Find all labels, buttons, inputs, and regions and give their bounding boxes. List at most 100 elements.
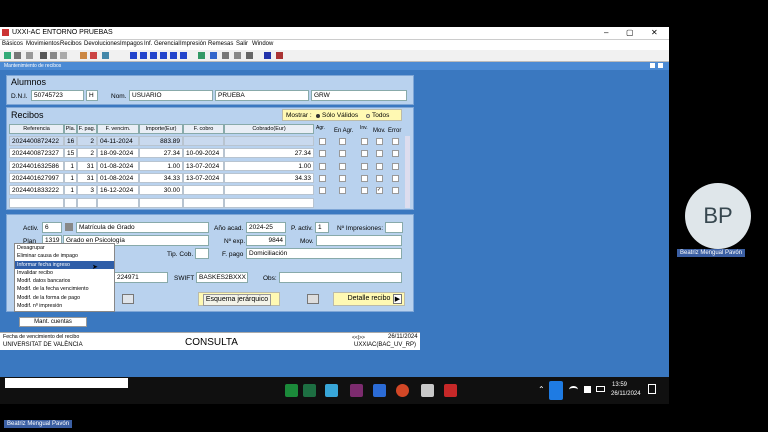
row-checkbox[interactable] — [392, 187, 399, 195]
row-checkbox[interactable] — [319, 162, 326, 170]
cut-icon[interactable] — [40, 52, 47, 59]
menu-impresion[interactable]: Impresión — [180, 41, 206, 47]
table-scrollbar[interactable] — [405, 136, 410, 208]
mov-field[interactable] — [316, 235, 402, 246]
table-cell-fpag[interactable]: 2 — [77, 148, 97, 159]
table-cell-imp[interactable]: 27.34 — [139, 148, 183, 159]
notifications-icon[interactable] — [648, 384, 656, 394]
table-cell-pla[interactable]: 16 — [64, 136, 77, 146]
menu-item-modif-bancarios[interactable]: Modif. datos bancarios — [15, 277, 114, 285]
table-cell-cobrado[interactable]: 34.33 — [224, 172, 314, 183]
fpago-field[interactable]: Domiciliación — [246, 248, 402, 259]
minimize-button[interactable]: – — [604, 28, 608, 37]
row-checkbox[interactable] — [376, 138, 383, 145]
help-icon[interactable] — [210, 52, 217, 59]
activ-field[interactable]: 6 — [42, 222, 62, 233]
row-checkbox[interactable] — [319, 150, 326, 158]
query-icon[interactable] — [80, 52, 87, 59]
cancel-query-icon[interactable] — [90, 52, 97, 59]
table-cell-venc[interactable]: 01-08-2024 — [97, 160, 139, 171]
table-cell-empty[interactable] — [77, 198, 97, 208]
solo-validos-radio[interactable] — [316, 114, 320, 118]
last-record-icon[interactable] — [180, 52, 187, 59]
apellido1-field[interactable]: PRUEBA — [215, 90, 309, 101]
save-icon[interactable] — [4, 52, 11, 59]
maximize-button[interactable]: ▢ — [626, 28, 634, 37]
menu-item-desagrupar[interactable]: Desagrupar — [15, 244, 114, 252]
row-checkbox[interactable] — [339, 138, 346, 145]
menu-item-modif-vencimiento[interactable]: Modif. de la fecha vencimiento — [15, 285, 114, 293]
menu-inf-gerencial[interactable]: Inf. Gerencial — [144, 41, 180, 47]
dni-field[interactable]: 50745723 — [31, 90, 84, 101]
table-cell-empty[interactable] — [9, 198, 64, 208]
table-cell-pla[interactable]: 1 — [64, 172, 77, 183]
onenote-icon[interactable] — [350, 384, 363, 397]
first-record-icon[interactable] — [130, 52, 137, 59]
row-checkbox[interactable] — [361, 162, 368, 170]
table-cell-empty[interactable] — [183, 198, 224, 208]
word-icon[interactable] — [373, 384, 386, 397]
row-checkbox[interactable] — [392, 174, 399, 182]
dni-letter-field[interactable]: H — [86, 90, 98, 101]
list-icon[interactable] — [234, 52, 241, 59]
table-cell-empty[interactable] — [224, 198, 314, 208]
next-block-icon[interactable] — [170, 52, 177, 59]
settings-icon[interactable] — [222, 52, 229, 59]
table-cell-fpag[interactable]: 31 — [77, 172, 97, 183]
menu-item-invalidar[interactable]: Invalidar recibo — [15, 269, 114, 277]
row-checkbox[interactable] — [392, 150, 399, 158]
status-nav-arrows[interactable]: <<|>> — [352, 335, 365, 341]
menu-impagos[interactable]: Impagos — [120, 41, 143, 47]
table-cell-empty[interactable] — [139, 198, 183, 208]
close-form-icon[interactable] — [276, 52, 283, 59]
table-cell-venc[interactable]: 01-08-2024 — [97, 172, 139, 183]
menu-devoluciones[interactable]: Devoluciones — [84, 41, 120, 47]
next-record-icon[interactable] — [160, 52, 167, 59]
todos-radio[interactable] — [366, 114, 370, 118]
table-cell-imp[interactable]: 883.89 — [139, 136, 183, 146]
play-icon[interactable]: ▶ — [393, 294, 402, 304]
pdf-icon[interactable] — [444, 384, 457, 397]
battery-icon[interactable] — [596, 386, 605, 392]
powerpoint-icon[interactable] — [396, 384, 409, 397]
edit-icon[interactable] — [198, 52, 205, 59]
row-checkbox[interactable] — [339, 174, 346, 182]
row-checkbox[interactable] — [361, 138, 368, 145]
exit-icon[interactable] — [14, 52, 21, 59]
taskbar-search-input[interactable] — [5, 378, 128, 388]
table-cell-cobrado[interactable]: 27.34 — [224, 148, 314, 159]
nexp-field[interactable]: 9844 — [246, 235, 286, 246]
table-cell-empty[interactable] — [97, 198, 139, 208]
row-checkbox[interactable] — [339, 150, 346, 158]
row-checkbox[interactable] — [392, 138, 399, 145]
table-cell-cobro[interactable]: 13-07-2024 — [183, 172, 224, 183]
wifi-icon[interactable] — [569, 386, 578, 393]
table-cell-cobrado[interactable] — [224, 136, 314, 146]
table-cell-ref[interactable]: 2024400872327 — [9, 148, 64, 159]
window-icon[interactable] — [246, 52, 253, 59]
row-checkbox[interactable] — [361, 187, 368, 195]
row-checkbox[interactable] — [376, 162, 383, 170]
table-cell-imp[interactable]: 30.00 — [139, 185, 183, 196]
menu-remesas[interactable]: Remesas — [208, 41, 233, 47]
clock-date[interactable]: 26/11/2024 — [611, 391, 641, 397]
close-button[interactable]: ✕ — [651, 28, 658, 37]
menu-item-modif-forma-pago[interactable]: Modif. de la forma de pago — [15, 294, 114, 302]
menu-window[interactable]: Window — [252, 41, 273, 47]
pactiv-field[interactable]: 1 — [315, 222, 329, 233]
table-cell-pla[interactable]: 1 — [64, 185, 77, 196]
menu-basicos[interactable]: Básicos — [2, 41, 23, 47]
table-cell-venc[interactable]: 16-12-2024 — [97, 185, 139, 196]
row-checkbox[interactable] — [319, 138, 326, 145]
cuenta-field[interactable]: 224971 — [114, 272, 168, 283]
table-cell-ref[interactable]: 2024401627997 — [9, 172, 64, 183]
menu-movimientos[interactable]: Movimientos — [26, 41, 60, 47]
row-checkbox[interactable]: ✓ — [376, 187, 383, 195]
table-cell-pla[interactable]: 1 — [64, 160, 77, 171]
excel-icon[interactable] — [303, 384, 316, 397]
menu-item-eliminar-causa[interactable]: Eliminar causa de impago — [15, 252, 114, 260]
filter-icon[interactable] — [102, 52, 109, 59]
row-checkbox[interactable] — [361, 150, 368, 158]
form-maximize-icon[interactable] — [658, 63, 663, 68]
paste-icon[interactable] — [60, 52, 67, 59]
